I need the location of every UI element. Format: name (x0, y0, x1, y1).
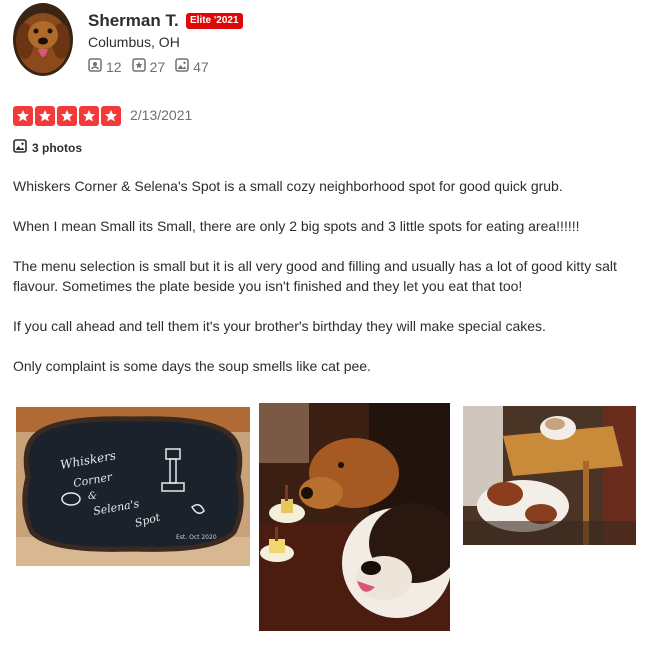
review-paragraph: The menu selection is small but it is al… (13, 258, 617, 294)
svg-text:&: & (88, 491, 97, 502)
star-icon (101, 106, 121, 126)
reviews-stat: 27 (131, 58, 166, 75)
star-icon (13, 106, 33, 126)
review-photo-dogs[interactable] (259, 403, 450, 631)
star-rating (13, 106, 123, 126)
elite-badge: Elite '2021 (186, 13, 243, 29)
photos-link[interactable]: 3 photos (13, 139, 82, 156)
photo-icon (175, 58, 193, 75)
friends-count: 12 (106, 58, 122, 75)
star-icon (35, 106, 55, 126)
review-photo-cat-dog[interactable] (463, 406, 636, 545)
friends-stat: 12 (88, 58, 122, 75)
reviews-count: 27 (149, 58, 166, 75)
review-paragraph: When I mean Small its Small, there are o… (13, 218, 580, 234)
review-photo-chalkboard[interactable]: Whiskers Corner & Selena's Spot Est. Oct… (16, 407, 250, 566)
friends-icon (88, 58, 106, 75)
user-name[interactable]: Sherman T. (88, 11, 179, 31)
review-paragraph: If you call ahead and tell them it's you… (13, 318, 546, 334)
photo-icon (13, 139, 32, 156)
user-location: Columbus, OH (88, 34, 180, 50)
review-date: 2/13/2021 (130, 107, 193, 123)
star-icon (57, 106, 77, 126)
photos-link-label: 3 photos (32, 140, 82, 155)
review-paragraph: Only complaint is some days the soup sme… (13, 358, 371, 374)
user-stats: 12 27 47 (88, 58, 219, 75)
review-paragraph: Whiskers Corner & Selena's Spot is a sma… (13, 178, 563, 194)
photos-count: 47 (193, 58, 209, 75)
review-star-icon (131, 58, 150, 75)
svg-text:Est. Oct 2020: Est. Oct 2020 (176, 534, 217, 541)
user-avatar[interactable] (13, 3, 73, 76)
star-icon (79, 106, 99, 126)
photos-stat: 47 (175, 58, 209, 75)
